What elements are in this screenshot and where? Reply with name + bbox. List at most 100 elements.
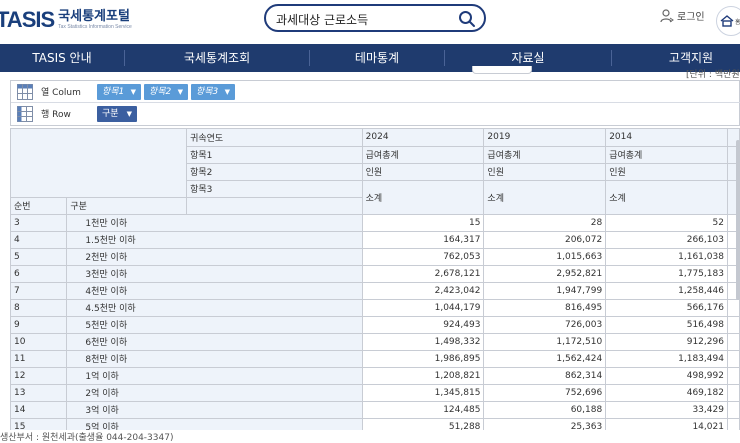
row-label-cell: 1.5천만 이하: [66, 231, 363, 249]
logo-korean: 국세통계포털: [58, 9, 130, 24]
chip-dropdown-icon: ▼: [224, 88, 230, 96]
row-number-cell: 11: [11, 350, 68, 368]
collapsed-panel-tab[interactable]: [472, 66, 532, 74]
year-header[interactable]: 2024: [362, 129, 485, 147]
pivot-settings: 열 Colum 항목1 ▼ 항목2 ▼ 항목3 ▼ 행 Row 구분 ▼: [10, 80, 740, 126]
nav-tax-stat-query[interactable]: 국세통계조회: [125, 44, 309, 72]
filler-cell: [727, 384, 740, 402]
nav-tasis-info[interactable]: TASIS 안내: [0, 44, 124, 72]
corner-cell: [11, 129, 188, 198]
row-axis-label: 행 Row: [41, 110, 71, 120]
row-number-cell: 3: [11, 214, 68, 232]
value-cell: 1,044,179: [362, 299, 485, 317]
value-cell: 164,317: [362, 231, 485, 249]
row-number-cell: 5: [11, 248, 68, 266]
row-label-cell: 1억 이하: [66, 367, 363, 385]
value-cell: 33,429: [605, 401, 728, 419]
site-logo[interactable]: TASIS 국세통계포털 Tax Statistics Information …: [0, 6, 132, 34]
value-cell: 2,678,121: [362, 265, 485, 283]
row-chip-category[interactable]: 구분 ▼: [97, 106, 137, 122]
row-number-cell: 4: [11, 231, 68, 249]
login-button[interactable]: 로그인: [660, 8, 705, 23]
row-label-cell: 5억 이하: [66, 418, 363, 430]
login-label: 로그인: [677, 12, 705, 23]
chip-dropdown-icon: ▼: [126, 110, 132, 118]
value-cell: 752,696: [483, 384, 607, 402]
value-cell: 52: [605, 214, 728, 232]
value-cell: 206,072: [483, 231, 607, 249]
table-row: 12 1억 이하 1,208,821 862,314 498,992: [11, 367, 740, 385]
value-cell: 1,345,815: [362, 384, 485, 402]
value-cell: 1,947,799: [483, 282, 607, 300]
header-label: 귀속연도: [186, 129, 363, 147]
data-grid: 귀속연도 2024 2019 2014 항목1 급여총계 급여총계 급여총계 항…: [10, 128, 740, 430]
filler-cell: [727, 299, 740, 317]
table-row: 7 4천만 이하 2,423,042 1,947,799 1,258,446: [11, 282, 740, 300]
row-label-cell: 4천만 이하: [66, 282, 363, 300]
value-cell: 924,493: [362, 316, 485, 334]
row-number-cell: 13: [11, 384, 68, 402]
home-button[interactable]: 홈: [716, 6, 740, 36]
table-row: 15 5억 이하 51,288 25,363 14,021: [11, 418, 740, 430]
row-label-cell: 3천만 이하: [66, 265, 363, 283]
filler-cell: [727, 333, 740, 351]
table-row: 5 2천만 이하 762,053 1,015,663 1,161,038: [11, 248, 740, 266]
value-cell: 1,775,183: [605, 265, 728, 283]
stub-header-no: 순번: [11, 197, 68, 215]
chip-label: 항목2: [149, 87, 172, 97]
search-icon[interactable]: [458, 10, 476, 28]
value-cell: 2,423,042: [362, 282, 485, 300]
table-row: 14 3억 이하 124,485 60,188 33,429: [11, 401, 740, 419]
value-cell: 1,986,895: [362, 350, 485, 368]
value-cell: 912,296: [605, 333, 728, 351]
column-chip-item1[interactable]: 항목1 ▼: [97, 84, 141, 100]
value-cell: 1,498,332: [362, 333, 485, 351]
user-icon: [660, 8, 674, 22]
search-input[interactable]: [276, 10, 456, 28]
vertical-scrollbar[interactable]: [736, 140, 740, 300]
unit-label: [단위 : 백만원]: [686, 70, 740, 80]
logo-english: Tax Statistics Information Service: [58, 24, 132, 30]
row-number-cell: 12: [11, 367, 68, 385]
year-header[interactable]: 2019: [483, 129, 607, 147]
logo-text: 국세통계포털 Tax Statistics Information Servic…: [58, 10, 132, 30]
column-chip-item2[interactable]: 항목2 ▼: [144, 84, 188, 100]
item1-header: 급여총계: [483, 146, 607, 164]
item2-header: 인원: [483, 163, 607, 181]
stats-table: 귀속연도 2024 2019 2014 항목1 급여총계 급여총계 급여총계 항…: [11, 129, 740, 430]
value-cell: 516,498: [605, 316, 728, 334]
header-spacer: [186, 197, 363, 215]
value-cell: 2,952,821: [483, 265, 607, 283]
value-cell: 1,172,510: [483, 333, 607, 351]
table-row: 6 3천만 이하 2,678,121 2,952,821 1,775,183: [11, 265, 740, 283]
value-cell: 266,103: [605, 231, 728, 249]
chip-label: 항목3: [196, 87, 219, 97]
column-chip-item3[interactable]: 항목3 ▼: [191, 84, 235, 100]
value-cell: 14,021: [605, 418, 728, 430]
value-cell: 28: [483, 214, 607, 232]
header-row-year: 귀속연도 2024 2019 2014: [11, 129, 740, 198]
pivot-row-row: 행 Row 구분 ▼: [11, 103, 740, 125]
header-label: 항목3: [186, 180, 363, 198]
chip-dropdown-icon: ▼: [130, 88, 136, 96]
row-number-cell: 15: [11, 418, 68, 430]
nav-theme-stat[interactable]: 테마통계: [310, 44, 444, 72]
row-number-cell: 14: [11, 401, 68, 419]
value-cell: 1,183,494: [605, 350, 728, 368]
column-grid-icon: [17, 84, 33, 100]
value-cell: 25,363: [483, 418, 607, 430]
home-label: 홈: [735, 18, 740, 26]
search-box: [264, 4, 486, 32]
row-label-cell: 5천만 이하: [66, 316, 363, 334]
column-axis-label: 열 Colum: [41, 88, 81, 98]
value-cell: 1,015,663: [483, 248, 607, 266]
row-number-cell: 8: [11, 299, 68, 317]
value-cell: 726,003: [483, 316, 607, 334]
year-header[interactable]: 2014: [605, 129, 728, 147]
value-cell: 51,288: [362, 418, 485, 430]
pivot-column-row: 열 Colum 항목1 ▼ 항목2 ▼ 항목3 ▼: [11, 81, 740, 103]
row-number-cell: 10: [11, 333, 68, 351]
logo-mark: TASIS: [0, 7, 55, 32]
table-row: 11 8천만 이하 1,986,895 1,562,424 1,183,494: [11, 350, 740, 368]
value-cell: 1,258,446: [605, 282, 728, 300]
